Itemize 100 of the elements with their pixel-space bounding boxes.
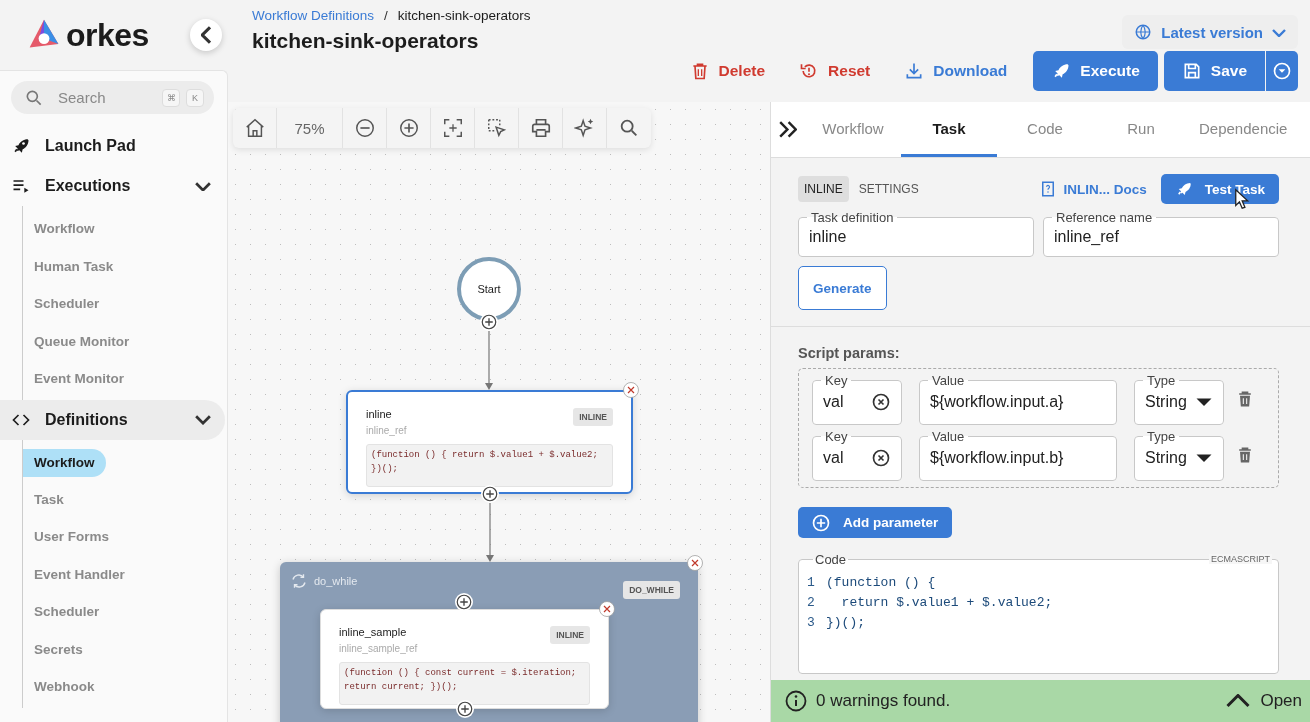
- page-title: kitchen-sink-operators: [252, 29, 480, 53]
- download-icon: [904, 61, 925, 81]
- info-icon: [784, 689, 808, 713]
- status-message: 0 warnings found.: [816, 691, 952, 711]
- nav-subitem[interactable]: Scheduler: [23, 593, 111, 631]
- action-button[interactable]: Delete: [675, 51, 780, 91]
- chevron-up-icon: [1226, 694, 1251, 708]
- action-button[interactable]: Download: [890, 51, 1022, 91]
- remove-node-button[interactable]: [622, 381, 640, 399]
- action-button[interactable]: Reset: [785, 51, 885, 91]
- home-icon: [243, 117, 266, 139]
- task-type-label: DO_WHILE: [623, 581, 680, 599]
- add-node-button[interactable]: [455, 593, 473, 611]
- search-field[interactable]: Search ⌘ K: [11, 81, 214, 114]
- code-line: })();: [826, 614, 865, 632]
- task-type-label: INLINE: [573, 408, 613, 426]
- breadcrumb-link[interactable]: Workflow Definitions: [252, 8, 375, 23]
- add-parameter-button[interactable]: Add parameter: [798, 507, 953, 538]
- nav-subitem[interactable]: Human Task: [23, 247, 125, 285]
- nav-subitem[interactable]: Webhook: [23, 668, 106, 706]
- docs-link[interactable]: INLIN... Docs: [1039, 180, 1147, 198]
- task-node[interactable]: inline_sample inline_sample_ref INLINE (function () { const current = $.iteration; return current; })();: [320, 609, 609, 709]
- connector-arrow: [484, 503, 495, 562]
- clear-icon: [871, 392, 891, 412]
- nav-subitem[interactable]: Task: [23, 480, 75, 518]
- sparkle-icon: [573, 117, 596, 139]
- chevron-down-icon: [195, 414, 211, 425]
- tab[interactable]: Dependencie: [1189, 102, 1292, 157]
- reference-name-field[interactable]: Reference name inline_ref: [1043, 210, 1279, 257]
- value-field[interactable]: Value ${workflow.input.a}: [919, 373, 1117, 425]
- nav-subitem[interactable]: Event Handler: [23, 555, 136, 593]
- task-definition-field[interactable]: Task definition inline: [798, 210, 1034, 257]
- nav-item[interactable]: Definitions: [0, 399, 225, 440]
- type-select[interactable]: Type String: [1134, 373, 1224, 425]
- connector-arrow: [484, 331, 494, 390]
- zoom-level-button[interactable]: 75%: [277, 108, 343, 148]
- nav-subitem[interactable]: Event Monitor: [23, 360, 135, 398]
- plus-icon: [480, 313, 498, 331]
- save-button[interactable]: Save: [1163, 51, 1265, 91]
- generate-button[interactable]: Generate: [798, 266, 887, 310]
- nav-subitem[interactable]: Queue Monitor: [23, 322, 141, 360]
- action-button[interactable]: Execute: [1033, 51, 1158, 91]
- search-icon: [618, 117, 640, 139]
- dropdown-button[interactable]: [1266, 51, 1298, 91]
- brand-name: orkes: [66, 16, 149, 54]
- loop-title: do_while: [314, 575, 358, 587]
- loop-icon: [290, 572, 308, 590]
- zoom-out-icon: [353, 117, 376, 139]
- breadcrumb-current: kitchen-sink-operators: [397, 8, 531, 23]
- node-title: inline_sample: [339, 626, 408, 638]
- start-node[interactable]: Start: [457, 257, 521, 321]
- fit-view-icon: [441, 117, 464, 139]
- breadcrumb-separator: /: [384, 8, 388, 23]
- value-field[interactable]: Value ${workflow.input.b}: [919, 429, 1117, 481]
- nav-subitem[interactable]: Workflow: [23, 210, 106, 248]
- nav-subitem[interactable]: User Forms: [23, 518, 121, 556]
- nav-item[interactable]: Launch Pad: [0, 126, 225, 166]
- section-title: Script params:: [798, 345, 901, 361]
- key-field[interactable]: Key val: [812, 429, 902, 481]
- double-chevron-right-icon: [779, 121, 797, 138]
- plus-icon: [455, 700, 474, 718]
- tab[interactable]: Run: [1093, 102, 1189, 157]
- collapse-button[interactable]: [190, 19, 222, 51]
- node-reference: inline_ref: [366, 425, 407, 436]
- version-select[interactable]: Latest version: [1122, 15, 1298, 49]
- tab[interactable]: Workflow: [805, 102, 901, 157]
- task-node[interactable]: inline inline_ref INLINE (function () { return $.value1 + $.value2; })();: [346, 390, 633, 494]
- loop-container[interactable]: do_while DO_WHILE inline_sample inline_sample_ref INLINE (function () { const current = $.iteration; return current; })();: [280, 562, 698, 722]
- add-node-button[interactable]: [480, 313, 498, 331]
- code-snippet: (function () { return $.value1 + $.value2; })();: [366, 444, 613, 487]
- code-editor[interactable]: Code ECMASCRIPT 1 (function () { 2 return $.value1 + $.value2; 3 })();: [798, 552, 1279, 674]
- nav-subitem[interactable]: Secrets: [23, 630, 94, 668]
- globe-icon: [1134, 23, 1153, 41]
- nav-item[interactable]: Executions: [0, 166, 225, 206]
- close-icon: [686, 554, 704, 572]
- node-title: inline: [366, 408, 393, 420]
- plus-icon: [480, 485, 499, 503]
- code-snippet: (function () { const current = $.iteration; return current; })();: [339, 662, 590, 705]
- nav-subitem[interactable]: Workflow: [23, 448, 106, 477]
- search-input[interactable]: Search: [56, 88, 156, 107]
- clear-icon: [871, 448, 891, 468]
- task-type-label: INLINE: [550, 626, 590, 644]
- chevron-left-icon: [200, 26, 212, 44]
- chevron-down-icon: [1272, 27, 1286, 37]
- open-button[interactable]: Open: [1226, 691, 1302, 711]
- subtab[interactable]: SETTINGS: [852, 176, 925, 202]
- test-task-button[interactable]: Test Task: [1160, 174, 1279, 204]
- type-select[interactable]: Type String: [1134, 429, 1224, 481]
- tab[interactable]: Task: [901, 102, 997, 157]
- close-icon: [598, 600, 616, 618]
- shortcut-key: K: [186, 88, 204, 107]
- tab[interactable]: Code: [997, 102, 1093, 157]
- key-field[interactable]: Key val: [812, 373, 902, 425]
- zoom-in-icon: [397, 117, 420, 139]
- subtab[interactable]: INLINE: [798, 176, 849, 202]
- remove-node-button[interactable]: [686, 554, 704, 572]
- nav-subitem[interactable]: Scheduler: [23, 285, 111, 323]
- remove-node-button[interactable]: [598, 600, 616, 618]
- code-line: (function () {: [826, 574, 936, 592]
- code-line: return $.value1 + $.value2;: [840, 594, 1053, 612]
